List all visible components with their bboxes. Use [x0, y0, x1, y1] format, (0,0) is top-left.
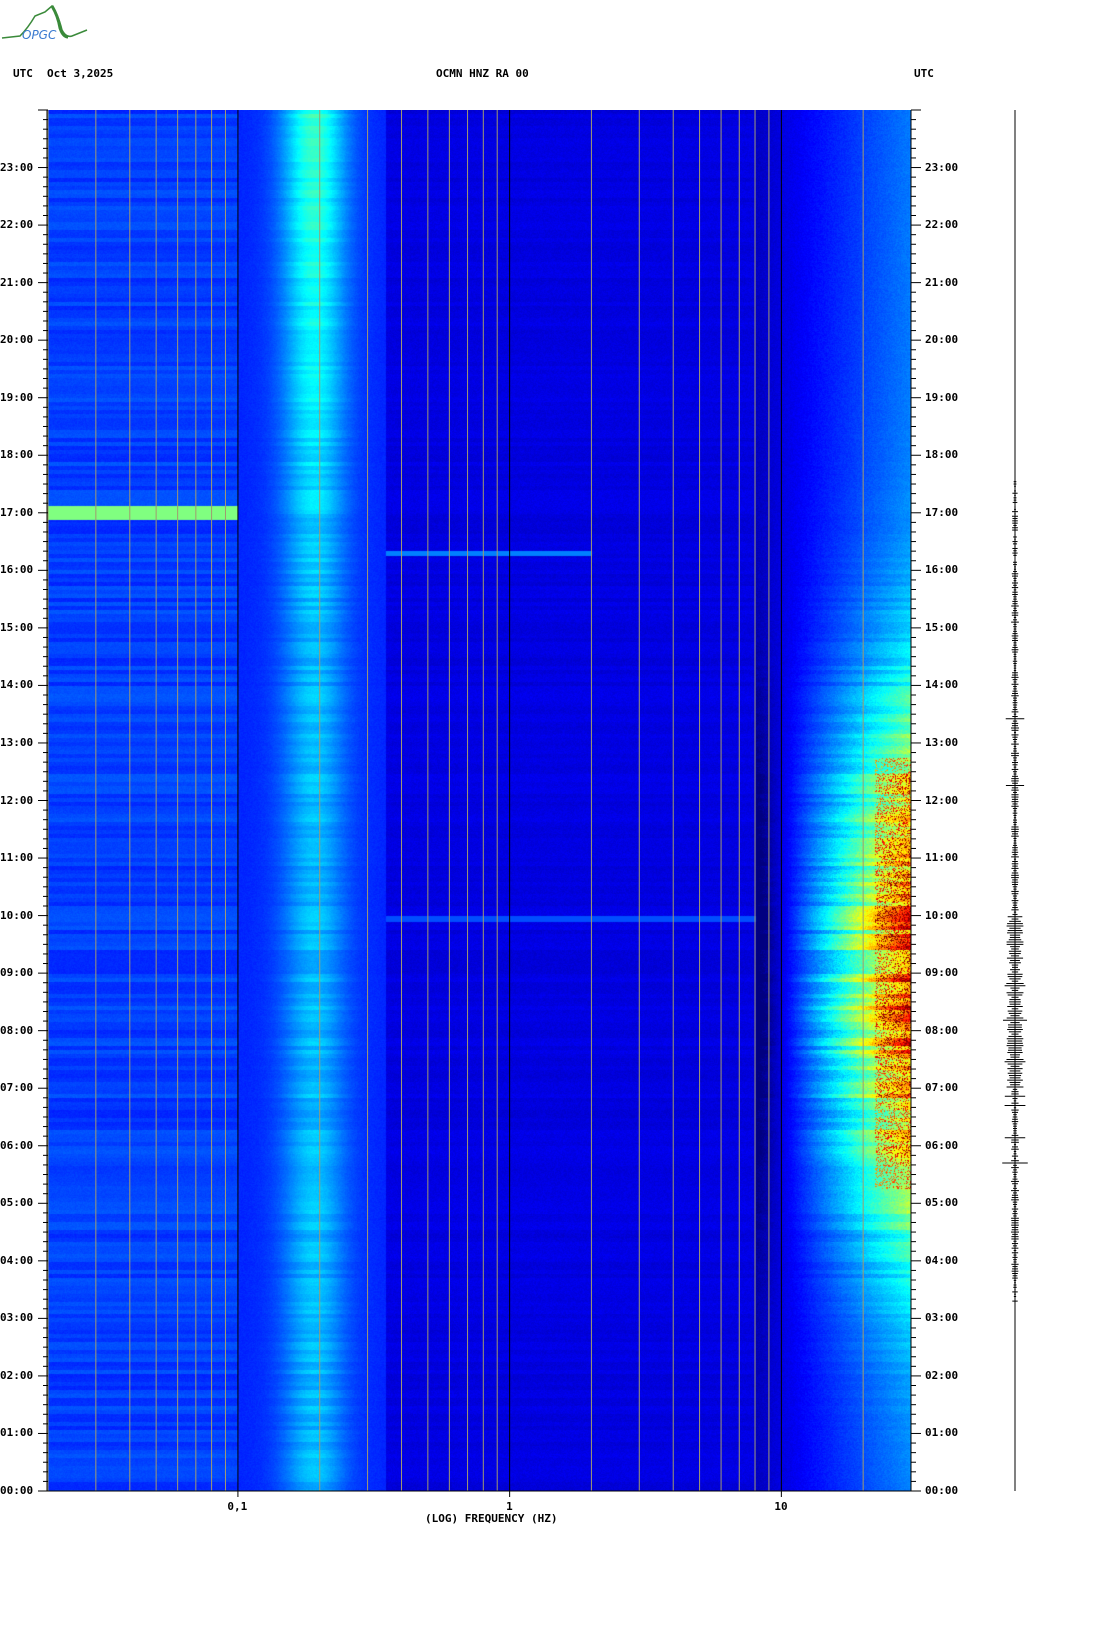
y-tick-label-right: 08:00 [925, 1023, 959, 1037]
y-tick-label-left: 02:00 [0, 1368, 34, 1382]
x-axis-label: (LOG) FREQUENCY (HZ) [425, 1512, 558, 1525]
y-tick-label-left: 10:00 [0, 908, 34, 922]
y-tick-label-right: 17:00 [925, 505, 959, 519]
y-tick-label-left: 13:00 [0, 735, 34, 749]
y-tick-label-right: 14:00 [925, 678, 959, 692]
y-tick-label-right: 02:00 [925, 1368, 959, 1382]
y-tick-label-right: 21:00 [925, 275, 959, 289]
y-tick-label-left: 17:00 [0, 505, 34, 519]
y-tick-label-right: 05:00 [925, 1196, 959, 1210]
chart-overlay [38, 109, 1028, 1497]
y-tick-label-left: 22:00 [0, 218, 34, 232]
y-tick-label-left: 11:00 [0, 851, 34, 865]
y-tick-label-right: 16:00 [925, 563, 959, 577]
y-tick-label-left: 04:00 [0, 1253, 34, 1267]
y-tick-label-left: 23:00 [0, 160, 34, 174]
y-tick-label-left: 05:00 [0, 1196, 34, 1210]
x-tick-label: 10 [774, 1500, 788, 1513]
y-tick-label-right: 06:00 [925, 1138, 959, 1152]
y-tick-label-left: 14:00 [0, 678, 34, 692]
y-tick-label-left: 09:00 [0, 966, 34, 980]
y-tick-label-right: 09:00 [925, 966, 959, 980]
y-tick-label-right: 10:00 [925, 908, 959, 922]
y-tick-label-left: 20:00 [0, 333, 34, 347]
y-tick-label-left: 21:00 [0, 275, 34, 289]
y-tick-label-right: 23:00 [925, 160, 959, 174]
y-tick-label-left: 06:00 [0, 1138, 34, 1152]
y-tick-label-right: 18:00 [925, 448, 959, 462]
y-tick-label-left: 07:00 [0, 1081, 34, 1095]
y-tick-label-right: 22:00 [925, 218, 959, 232]
y-tick-label-right: 20:00 [925, 333, 959, 347]
y-tick-label-right: 01:00 [925, 1426, 959, 1440]
y-tick-label-right: 13:00 [925, 735, 959, 749]
y-tick-label-left: 19:00 [0, 390, 34, 404]
y-tick-label-left: 01:00 [0, 1426, 34, 1440]
y-tick-label-left: 03:00 [0, 1311, 34, 1325]
y-tick-label-left: 16:00 [0, 563, 34, 577]
y-tick-label-left: 12:00 [0, 793, 34, 807]
y-tick-label-left: 18:00 [0, 448, 34, 462]
y-tick-label-right: 15:00 [925, 620, 959, 634]
y-tick-label-left: 15:00 [0, 620, 34, 634]
x-tick-label: 0,1 [227, 1500, 248, 1513]
y-tick-label-right: 11:00 [925, 851, 959, 865]
y-tick-label-right: 04:00 [925, 1253, 959, 1267]
y-tick-label-right: 03:00 [925, 1311, 959, 1325]
y-tick-label-left: 08:00 [0, 1023, 34, 1037]
y-tick-label-right: 19:00 [925, 390, 959, 404]
y-tick-label-right: 12:00 [925, 793, 959, 807]
y-tick-label-left: 00:00 [0, 1484, 34, 1497]
y-tick-label-right: 07:00 [925, 1081, 959, 1095]
y-tick-label-right: 00:00 [925, 1484, 959, 1497]
